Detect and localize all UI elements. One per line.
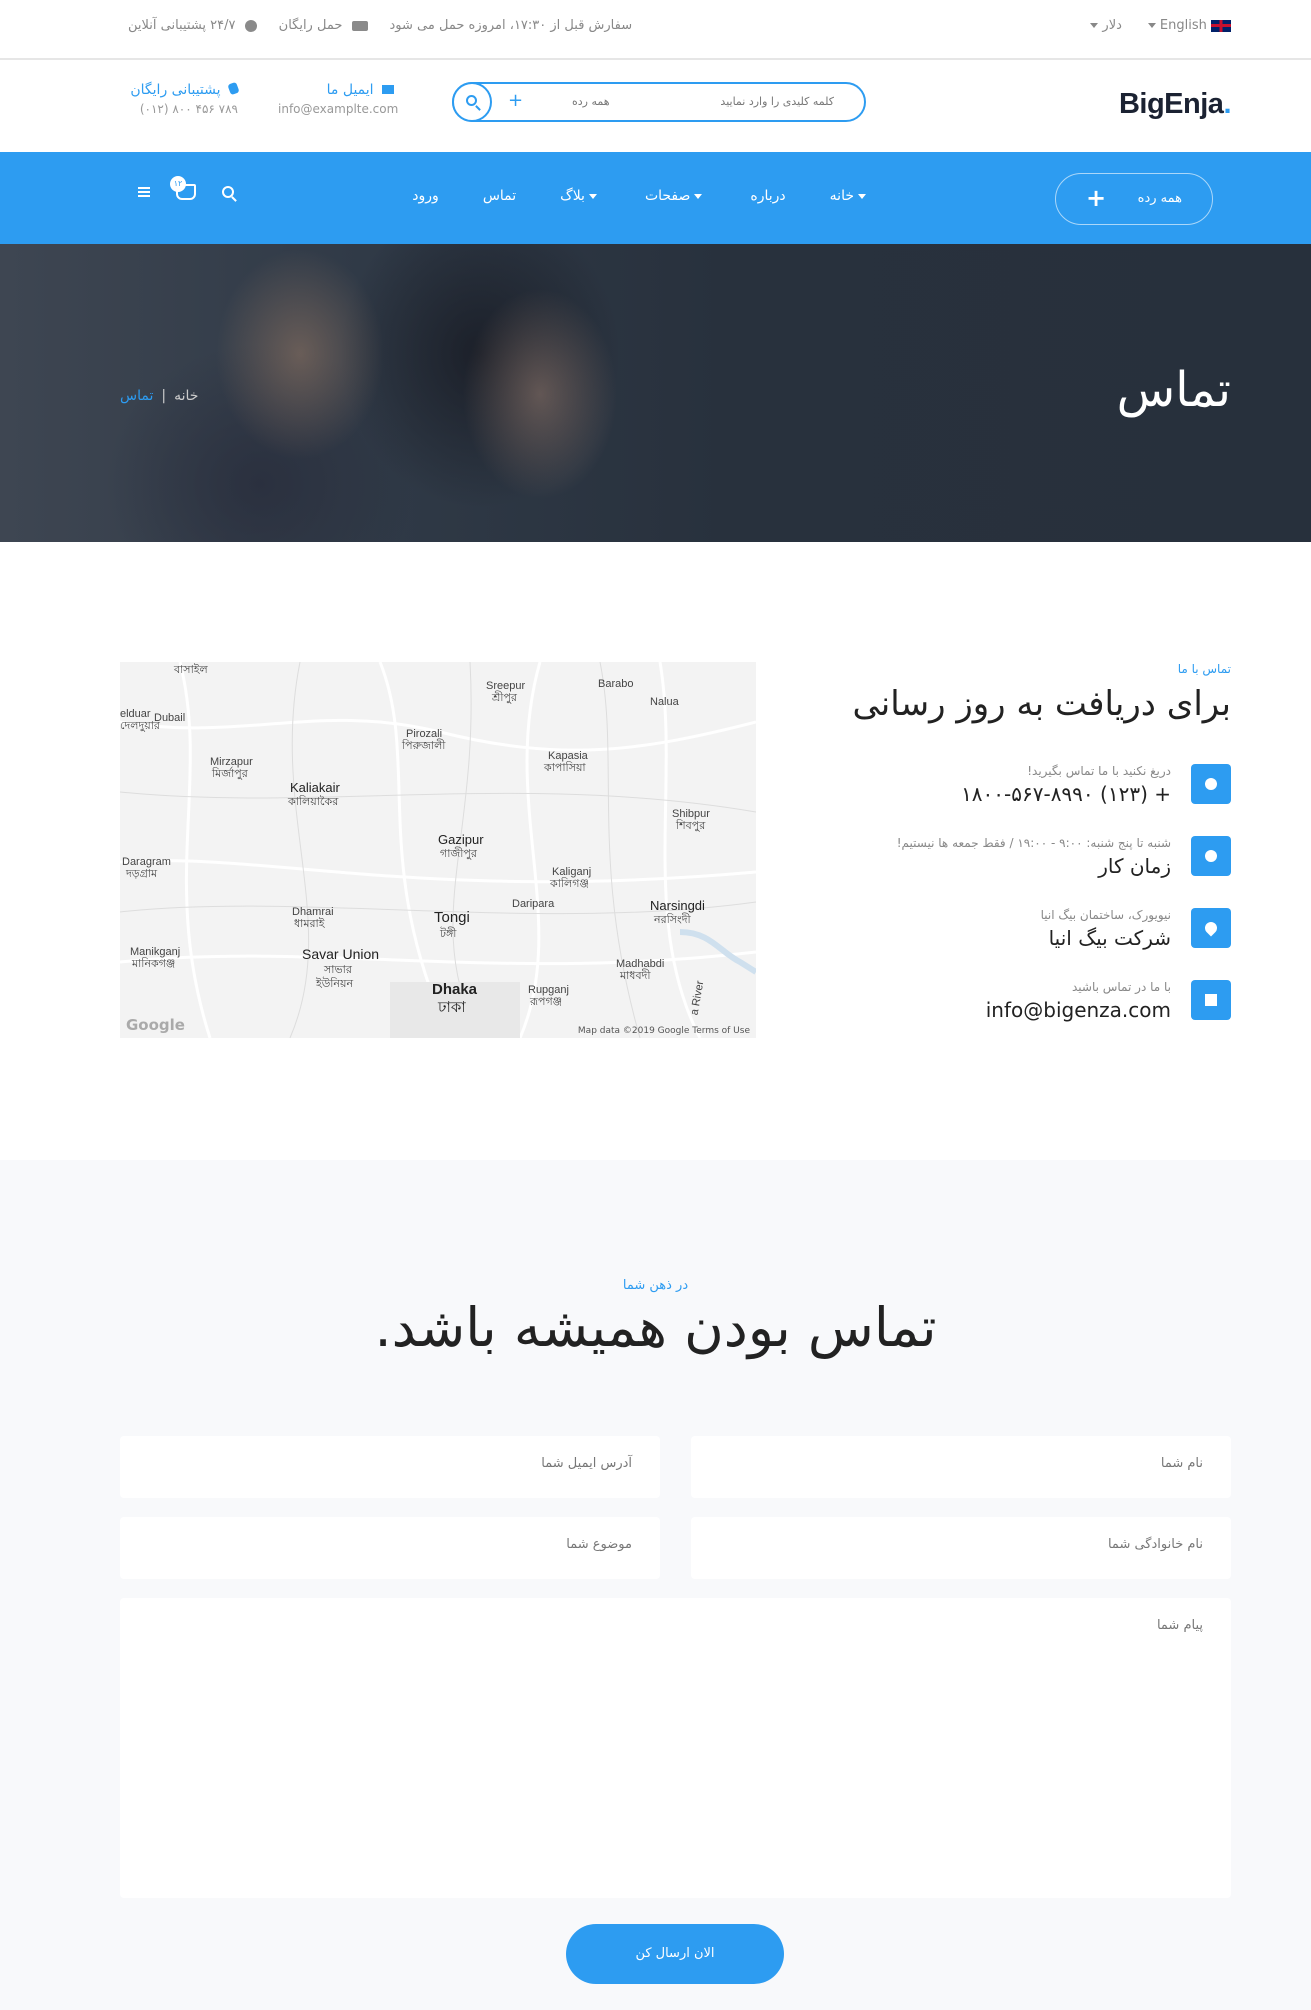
google-logo: Google — [126, 1016, 185, 1034]
chevron-down-icon — [858, 193, 866, 199]
nav-item-blog[interactable]: بلاگ — [560, 188, 601, 204]
contact-item-address: نیویورک، ساختمان بیگ انیا شرکت بیگ انیا — [831, 908, 1231, 950]
nav-item-about[interactable]: درباره — [750, 188, 785, 204]
phone-number[interactable]: + (۱۲۳) ۱۸۰۰-۵۶۷-۸۹۹۰ — [831, 782, 1171, 806]
form-pretitle: در ذهن شما — [622, 1278, 689, 1293]
contact-item-hours: شنبه تا پنج شنبه: ۹:۰۰ - ۱۹:۰۰ / فقط جمع… — [831, 836, 1231, 878]
plus-icon: + — [1086, 184, 1107, 212]
hamburger-menu-icon[interactable] — [138, 187, 150, 197]
contact-details: تماس با ما برای دریافت به روز رسانی دریغ… — [831, 662, 1231, 1022]
order-notice: سفارش قبل از ۱۷:۳۰، امروزه حمل می شود — [389, 18, 633, 33]
clock-icon — [1191, 836, 1231, 876]
support-notice: ۲۴/۷ پشتیبانی آنلاین — [128, 18, 257, 33]
topbar-notices: ۲۴/۷ پشتیبانی آنلاین حمل رایگان سفارش قب… — [128, 18, 632, 33]
chevron-down-icon — [1090, 23, 1099, 28]
breadcrumb: خانه|تماس — [120, 388, 199, 404]
chevron-down-icon — [694, 193, 703, 199]
email-address[interactable]: info@bigenza.com — [831, 998, 1171, 1022]
contact-info-section: বাসাইল Sreepur শ্রীপুর Barabo Nalua eldu… — [0, 542, 1311, 1160]
all-categories-button[interactable]: همه رده + — [1055, 173, 1213, 225]
breadcrumb-current: تماس — [120, 388, 154, 404]
header: BigEnja. کلمه کلیدی را وارد نمایید همه ر… — [0, 60, 1311, 152]
shipping-notice: حمل رایگان — [279, 18, 368, 33]
nav-item-contact[interactable]: تماس — [483, 188, 516, 204]
search-category-select[interactable]: همه رده — [572, 95, 610, 108]
logo[interactable]: BigEnja. — [1119, 88, 1232, 121]
nav-item-pages[interactable]: صفحات — [645, 188, 706, 204]
contact-item-phone: دریغ نکنید با ما تماس بگیرید! + (۱۲۳) ۱۸… — [831, 764, 1231, 806]
location-pin-icon — [1191, 908, 1231, 948]
submit-button[interactable]: الان ارسال کن — [566, 1924, 784, 1984]
cart-icon[interactable]: ۱۲ — [170, 176, 196, 200]
page-title: تماس — [1116, 362, 1231, 418]
breadcrumb-home[interactable]: خانه — [174, 388, 198, 404]
search-bar: کلمه کلیدی را وارد نمایید همه رده + — [452, 82, 866, 122]
currency-selector[interactable]: دلار — [1086, 18, 1122, 33]
nav-menu: خانه درباره صفحات بلاگ تماس ورود — [412, 188, 870, 204]
email-link[interactable]: info@examplte.com — [278, 102, 398, 116]
form-title: تماس بودن همیشه باشد. — [374, 1296, 937, 1359]
contact-title: برای دریافت به روز رسانی — [852, 684, 1231, 724]
page-hero: تماس خانه|تماس — [0, 244, 1311, 542]
message-textarea[interactable]: پیام شما — [120, 1598, 1231, 1898]
search-icon[interactable] — [222, 186, 234, 198]
email-field[interactable]: آدرس ایمیل شما — [120, 1436, 660, 1498]
language-selector[interactable]: English — [1144, 18, 1231, 33]
google-map[interactable]: বাসাইল Sreepur শ্রীপুর Barabo Nalua eldu… — [120, 662, 756, 1038]
header-phone: پشتیبانی رایگان (۰۱۲) ۸۰۰ ۴۵۶ ۷۸۹ — [118, 81, 240, 116]
contact-form-section: در ذهن شما تماس بودن همیشه باشد. نام شما… — [0, 1160, 1311, 2010]
truck-icon — [351, 20, 368, 31]
search-input[interactable]: کلمه کلیدی را وارد نمایید — [720, 95, 834, 108]
search-button[interactable] — [452, 82, 492, 122]
topbar-selectors: دلار English — [1086, 18, 1231, 33]
subject-field[interactable]: موضوع شما — [120, 1517, 660, 1579]
envelope-icon — [1191, 980, 1231, 1020]
nav-item-home[interactable]: خانه — [830, 188, 870, 204]
plus-icon: + — [508, 90, 524, 111]
phone-icon — [1191, 764, 1231, 804]
phone-link[interactable]: (۰۱۲) ۸۰۰ ۴۵۶ ۷۸۹ — [118, 102, 238, 116]
family-name-field[interactable]: نام خانوادگی شما — [691, 1517, 1231, 1579]
search-icon — [466, 95, 477, 106]
nav-item-login[interactable]: ورود — [412, 188, 439, 204]
nav-icons: ۱۲ — [138, 176, 234, 200]
envelope-icon — [382, 85, 394, 94]
chevron-down-icon — [588, 193, 597, 199]
top-bar: ۲۴/۷ پشتیبانی آنلاین حمل رایگان سفارش قب… — [0, 0, 1311, 60]
phone-icon — [227, 81, 240, 96]
contact-item-email: با ما در تماس باشید info@bigenza.com — [831, 980, 1231, 1022]
clock-icon — [244, 19, 257, 32]
cart-count-badge: ۱۲ — [170, 176, 186, 192]
name-field[interactable]: نام شما — [691, 1436, 1231, 1498]
uk-flag-icon — [1211, 19, 1231, 32]
chevron-down-icon — [1147, 23, 1156, 28]
header-email: ایمیل ما info@examplte.com — [278, 82, 399, 116]
contact-pretitle: تماس با ما — [1177, 662, 1231, 676]
main-nav: همه رده + خانه درباره صفحات بلاگ تماس ور… — [0, 152, 1311, 244]
map-attribution[interactable]: Map data ©2019 Google Terms of Use — [578, 1026, 750, 1036]
